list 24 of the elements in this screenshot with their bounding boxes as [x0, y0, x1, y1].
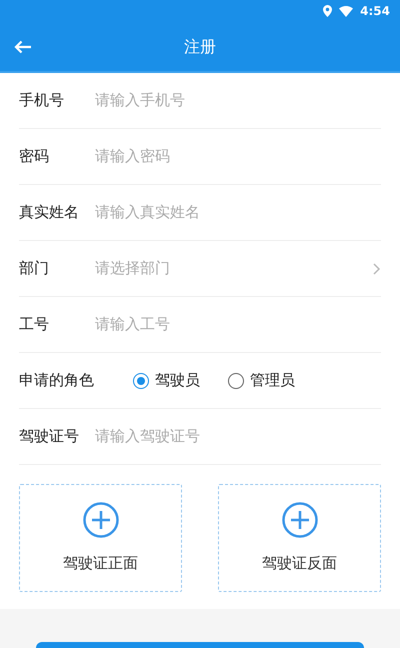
field-label: 密码: [19, 146, 50, 168]
field-label: 申请的角色: [19, 370, 95, 392]
field-label: 真实姓名: [19, 202, 80, 224]
page-title: 注册: [184, 36, 216, 58]
upload-card[interactable]: 驾驶证正面: [19, 484, 182, 592]
role-radio[interactable]: 管理员: [228, 369, 295, 392]
role-radio[interactable]: 驾驶员: [133, 369, 200, 392]
field-label: 手机号: [19, 90, 65, 112]
field-label: 驾驶证号: [19, 426, 80, 448]
input-field[interactable]: 请输入真实姓名: [95, 201, 381, 224]
status-time: 4:54: [360, 3, 390, 20]
input-field[interactable]: 请输入密码: [95, 145, 381, 168]
input-field[interactable]: 请输入手机号: [95, 89, 381, 112]
field-label: 工号: [19, 314, 50, 336]
plus-circle-icon: [82, 502, 118, 538]
upload-card[interactable]: 驾驶证反面: [218, 484, 381, 592]
location-icon: [323, 5, 332, 17]
plus-circle-icon: [282, 502, 318, 538]
input-field[interactable]: 请输入驾驶证号: [95, 425, 381, 448]
input-field[interactable]: 请输入工号: [95, 313, 381, 336]
back-arrow-icon: [14, 40, 32, 54]
chevron-right-icon: [373, 262, 381, 274]
wifi-icon: [339, 6, 354, 16]
field-label: 部门: [19, 258, 50, 280]
